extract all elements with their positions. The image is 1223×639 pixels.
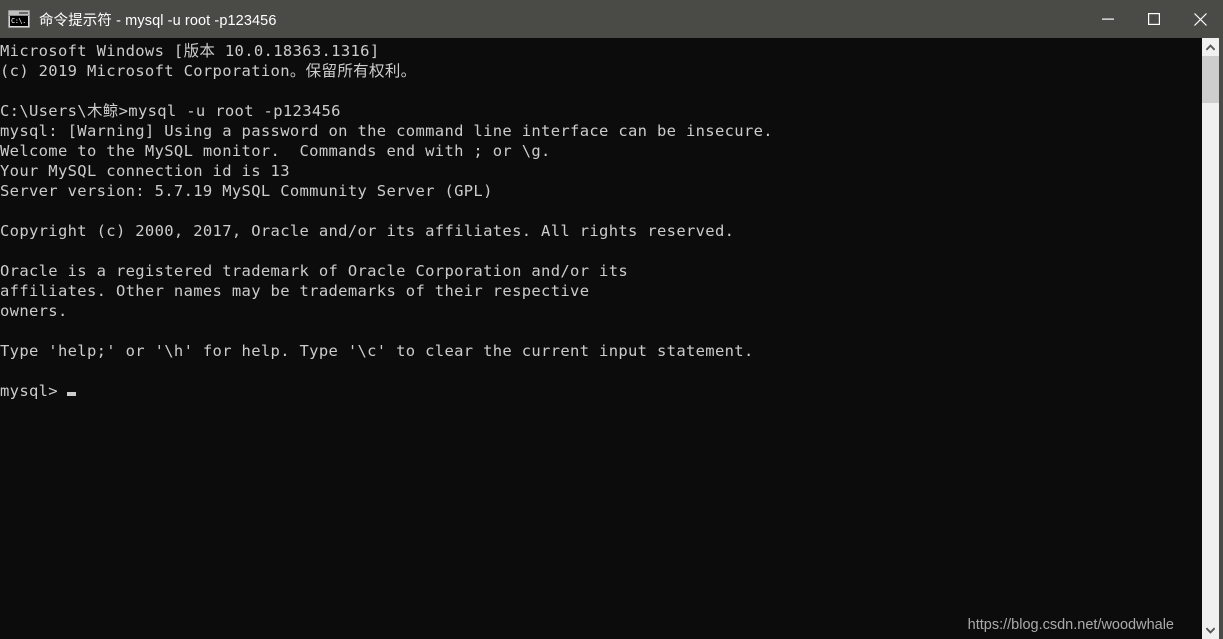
console-area: Microsoft Windows [版本 10.0.18363.1316] (…: [0, 38, 1223, 639]
scrollbar-thumb[interactable]: [1202, 56, 1219, 103]
console-line: owners.: [0, 302, 68, 320]
scrollbar-track[interactable]: [1202, 56, 1219, 621]
title-bar-left: C:\. 命令提示符 - mysql -u root -p123456: [0, 9, 1085, 30]
maximize-button[interactable]: [1131, 0, 1177, 38]
app-icon-text: C:\.: [10, 16, 28, 26]
title-bar[interactable]: C:\. 命令提示符 - mysql -u root -p123456: [0, 0, 1223, 38]
console-line: Server version: 5.7.19 MySQL Community S…: [0, 182, 493, 200]
console-line: Microsoft Windows [版本 10.0.18363.1316]: [0, 42, 380, 60]
chevron-up-icon: [1206, 43, 1215, 50]
scroll-up-button[interactable]: [1202, 38, 1219, 56]
maximize-icon: [1148, 13, 1160, 25]
console-line: Copyright (c) 2000, 2017, Oracle and/or …: [0, 222, 735, 240]
text-cursor: [66, 392, 76, 396]
console-line: Welcome to the MySQL monitor. Commands e…: [0, 142, 551, 160]
console-line: (c) 2019 Microsoft Corporation。保留所有权利。: [0, 62, 417, 80]
console-prompt-line: mysql>: [0, 381, 1201, 401]
console-output[interactable]: Microsoft Windows [版本 10.0.18363.1316] (…: [0, 38, 1201, 639]
console-lines: Microsoft Windows [版本 10.0.18363.1316] (…: [0, 41, 1201, 401]
scroll-down-button[interactable]: [1202, 621, 1219, 639]
console-line: affiliates. Other names may be trademark…: [0, 282, 590, 300]
console-line: Type 'help;' or '\h' for help. Type '\c'…: [0, 342, 754, 360]
vertical-scrollbar[interactable]: [1201, 38, 1223, 639]
console-line: Your MySQL connection id is 13: [0, 162, 290, 180]
minimize-icon: [1102, 18, 1114, 20]
command-prompt-icon: C:\.: [8, 10, 30, 28]
console-line: Oracle is a registered trademark of Orac…: [0, 262, 629, 280]
close-button[interactable]: [1177, 0, 1223, 38]
close-icon: [1193, 12, 1207, 26]
console-line: mysql: [Warning] Using a password on the…: [0, 122, 773, 140]
console-line: C:\Users\木鲸>mysql -u root -p123456: [0, 102, 341, 120]
mysql-prompt: mysql>: [0, 382, 58, 400]
chevron-down-icon: [1206, 627, 1215, 634]
watermark-url: https://blog.csdn.net/woodwhale: [967, 617, 1174, 633]
command-prompt-window: C:\. 命令提示符 - mysql -u root -p123456 Micr…: [0, 0, 1223, 639]
window-title: 命令提示符 - mysql -u root -p123456: [39, 12, 277, 29]
minimize-button[interactable]: [1085, 0, 1131, 38]
window-controls: [1085, 0, 1223, 38]
